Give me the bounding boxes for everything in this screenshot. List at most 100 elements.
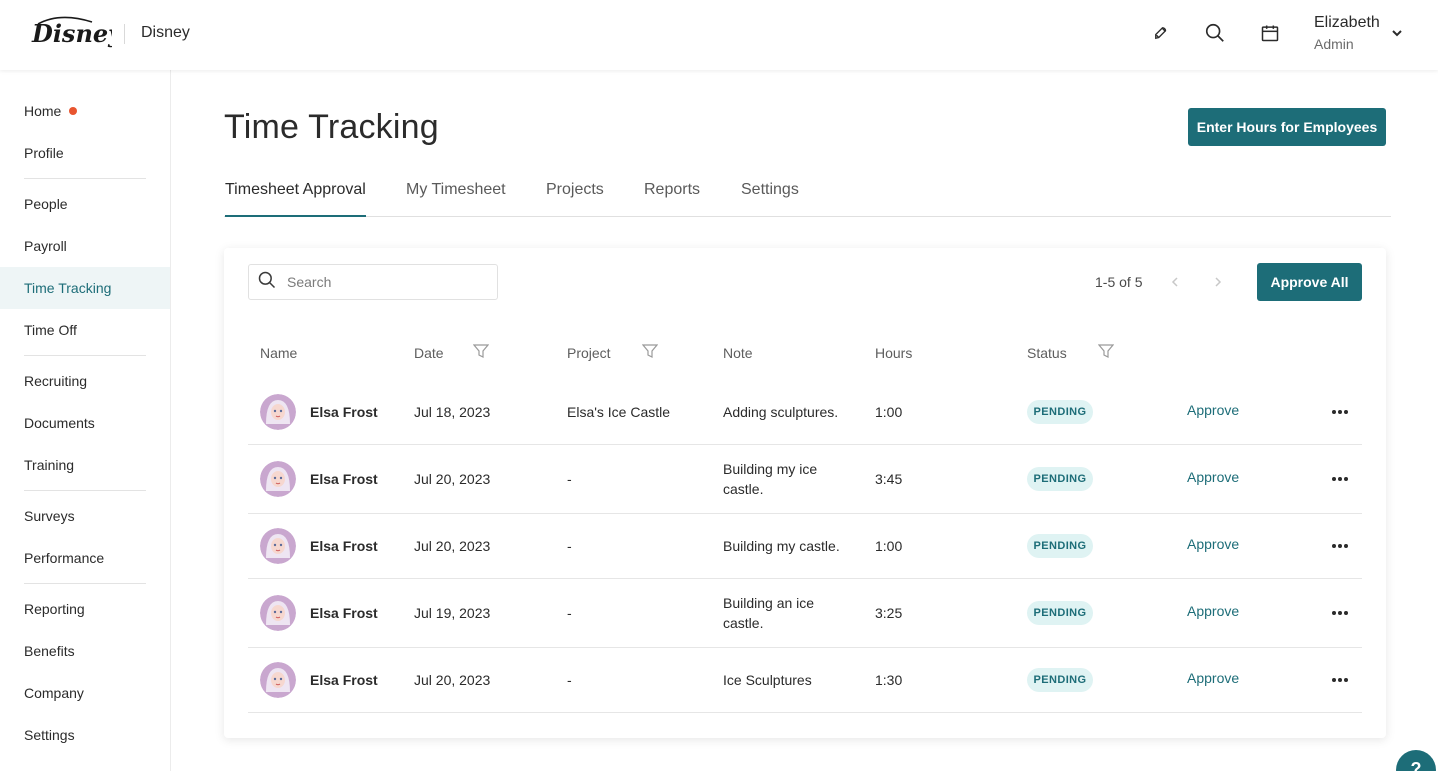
entry-project: -: [567, 605, 572, 621]
status-badge: PENDING: [1027, 467, 1093, 491]
sidebar-item-profile[interactable]: Profile: [0, 132, 170, 174]
tab-projects[interactable]: Projects: [546, 181, 604, 215]
approve-link[interactable]: Approve: [1187, 536, 1239, 552]
sidebar-item-training[interactable]: Training: [0, 444, 170, 486]
entry-date: Jul 18, 2023: [414, 404, 491, 420]
column-header-status[interactable]: Status: [1027, 345, 1067, 361]
chevron-left-icon[interactable]: [1169, 275, 1181, 289]
entry-project: -: [567, 538, 572, 554]
logo-text: Disney: [31, 19, 112, 48]
status-badge: PENDING: [1027, 601, 1093, 625]
sidebar-divider: [24, 583, 146, 584]
more-options-icon[interactable]: [1330, 469, 1350, 489]
sidebar-item-label: Settings: [24, 727, 75, 743]
filter-icon[interactable]: [1097, 343, 1115, 359]
table-row[interactable]: Elsa Frost Jul 20, 2023 - Ice Sculptures…: [248, 648, 1362, 713]
search-box[interactable]: [248, 264, 498, 300]
sidebar-item-benefits[interactable]: Benefits: [0, 630, 170, 672]
sidebar-item-label: Documents: [24, 415, 95, 431]
sidebar-item-settings[interactable]: Settings: [0, 714, 170, 756]
entry-hours: 3:25: [875, 605, 903, 621]
more-options-icon[interactable]: [1330, 536, 1350, 556]
disney-logo[interactable]: Disney: [30, 14, 124, 52]
entry-note: Building my castle.: [723, 538, 840, 554]
company-name: Disney: [141, 24, 190, 41]
tab-bar: Timesheet Approval My Timesheet Projects…: [224, 170, 1391, 217]
entry-hours: 3:45: [875, 471, 903, 487]
enter-hours-button[interactable]: Enter Hours for Employees: [1188, 108, 1386, 146]
sidebar-item-reporting[interactable]: Reporting: [0, 588, 170, 630]
more-options-icon[interactable]: [1330, 402, 1350, 422]
filter-icon[interactable]: [472, 343, 490, 359]
entry-hours: 1:00: [875, 538, 903, 554]
table-row[interactable]: Elsa Frost Jul 20, 2023 - Building my ca…: [248, 514, 1362, 579]
approve-link[interactable]: Approve: [1187, 469, 1239, 485]
chevron-down-icon[interactable]: [1390, 26, 1404, 40]
calendar-icon[interactable]: [1257, 20, 1283, 46]
entry-project: Elsa's Ice Castle: [567, 404, 671, 420]
sidebar-item-surveys[interactable]: Surveys: [0, 495, 170, 537]
table-row[interactable]: Elsa Frost Jul 18, 2023 Elsa's Ice Castl…: [248, 379, 1362, 445]
status-badge: PENDING: [1027, 400, 1093, 424]
page-title: Time Tracking: [224, 108, 439, 146]
approve-link[interactable]: Approve: [1187, 603, 1239, 619]
entry-date: Jul 20, 2023: [414, 672, 491, 688]
approve-link[interactable]: Approve: [1187, 670, 1239, 686]
tab-reports[interactable]: Reports: [644, 181, 700, 215]
tab-settings[interactable]: Settings: [741, 181, 799, 215]
search-input[interactable]: [287, 274, 477, 290]
sidebar-item-label: Benefits: [24, 643, 75, 659]
brand-divider: [124, 24, 125, 44]
entry-hours: 1:30: [875, 672, 903, 688]
sidebar-divider: [24, 178, 146, 179]
more-options-icon[interactable]: [1330, 670, 1350, 690]
entry-date: Jul 20, 2023: [414, 471, 491, 487]
chevron-right-icon[interactable]: [1212, 275, 1224, 289]
sidebar-item-home[interactable]: Home: [0, 90, 170, 132]
sidebar-item-time-tracking[interactable]: Time Tracking: [0, 267, 170, 309]
rocket-icon[interactable]: [1148, 20, 1174, 46]
approve-link[interactable]: Approve: [1187, 402, 1239, 418]
tab-my-timesheet[interactable]: My Timesheet: [406, 181, 506, 215]
column-header-note[interactable]: Note: [723, 345, 753, 361]
entry-note: Adding sculptures.: [723, 404, 839, 420]
help-button[interactable]: ?: [1396, 750, 1436, 771]
timesheet-card: 1-5 of 5 Approve All Name Date Project N…: [224, 248, 1386, 738]
column-header-project[interactable]: Project: [567, 345, 611, 361]
user-name[interactable]: Elizabeth: [1314, 14, 1380, 32]
sidebar-item-time-off[interactable]: Time Off: [0, 309, 170, 351]
more-options-icon[interactable]: [1330, 603, 1350, 623]
avatar: [260, 394, 296, 430]
entry-project: -: [567, 471, 572, 487]
column-header-name[interactable]: Name: [260, 345, 297, 361]
sidebar-item-label: Time Tracking: [24, 280, 112, 296]
column-header-date[interactable]: Date: [414, 345, 444, 361]
sidebar-item-documents[interactable]: Documents: [0, 402, 170, 444]
employee-name: Elsa Frost: [310, 538, 378, 554]
avatar: [260, 528, 296, 564]
sidebar-item-label: Surveys: [24, 508, 75, 524]
search-icon[interactable]: [1202, 20, 1228, 46]
sidebar-item-label: Profile: [24, 145, 64, 161]
notification-dot: [69, 107, 78, 115]
table-row[interactable]: Elsa Frost Jul 20, 2023 - Building my ic…: [248, 445, 1362, 514]
sidebar-item-label: Reporting: [24, 601, 85, 617]
employee-name: Elsa Frost: [310, 605, 378, 621]
employee-name: Elsa Frost: [310, 471, 378, 487]
sidebar-item-people[interactable]: People: [0, 183, 170, 225]
sidebar-item-recruiting[interactable]: Recruiting: [0, 360, 170, 402]
tab-timesheet-approval[interactable]: Timesheet Approval: [225, 181, 366, 217]
employee-name: Elsa Frost: [310, 672, 378, 688]
sidebar-item-payroll[interactable]: Payroll: [0, 225, 170, 267]
sidebar-item-label: Recruiting: [24, 373, 88, 389]
entry-project: -: [567, 672, 572, 688]
approve-all-button[interactable]: Approve All: [1257, 263, 1362, 301]
column-header-hours[interactable]: Hours: [875, 345, 912, 361]
table-row[interactable]: Elsa Frost Jul 19, 2023 - Building an ic…: [248, 579, 1362, 648]
employee-name: Elsa Frost: [310, 404, 378, 420]
sidebar-item-performance[interactable]: Performance: [0, 537, 170, 579]
sidebar-divider: [24, 355, 146, 356]
sidebar-item-company[interactable]: Company: [0, 672, 170, 714]
filter-icon[interactable]: [641, 343, 659, 359]
status-badge: PENDING: [1027, 534, 1093, 558]
